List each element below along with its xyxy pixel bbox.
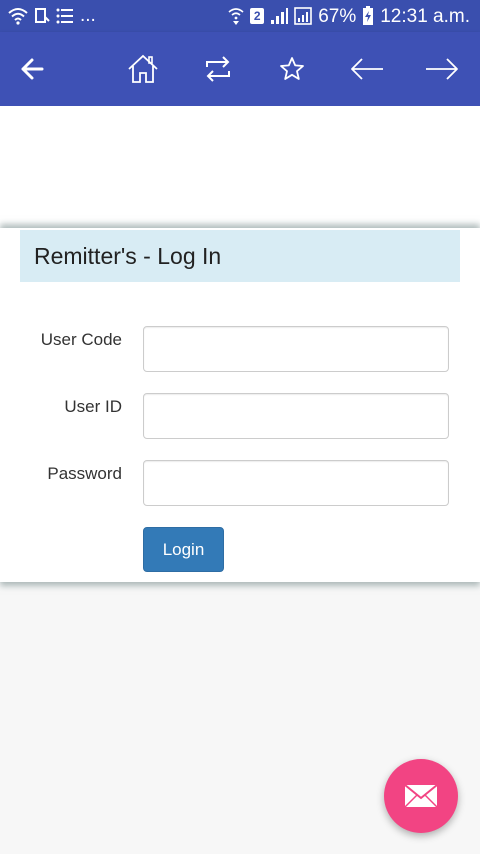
more-notifications: ... [80, 5, 96, 26]
sim-badge: 2 [250, 8, 265, 24]
wifi-icon [8, 7, 28, 25]
password-label: Password [47, 464, 122, 483]
home-icon [126, 52, 160, 86]
user-code-label: User Code [40, 330, 122, 349]
user-code-input[interactable] [143, 326, 449, 372]
navigate-forward-button[interactable] [420, 47, 464, 91]
signal-icon [270, 8, 289, 24]
arrow-right-icon [424, 57, 460, 81]
back-arrow-icon [19, 56, 45, 82]
status-left: ... [8, 5, 96, 27]
status-bar: ... 2 67% 12:31 a.m. [0, 0, 480, 32]
envelope-icon [404, 784, 438, 808]
login-card: Remitter's - Log In User Code User ID Pa… [0, 228, 480, 582]
navigate-back-button[interactable] [345, 47, 389, 91]
refresh-icon [203, 53, 233, 85]
status-right: 2 67% 12:31 a.m. [228, 6, 470, 26]
email-fab[interactable] [384, 759, 458, 833]
app-toolbar [0, 32, 480, 106]
clock: 12:31 a.m. [380, 5, 470, 27]
login-card-title: Remitter's - Log In [20, 230, 460, 282]
user-id-input[interactable] [143, 393, 449, 439]
password-input[interactable] [143, 460, 449, 506]
login-button[interactable]: Login [143, 527, 224, 572]
signal-box-icon [294, 7, 312, 25]
wifi-calling-icon [228, 7, 244, 25]
star-icon [278, 55, 306, 83]
back-button[interactable] [10, 47, 54, 91]
favorite-button[interactable] [270, 47, 314, 91]
arrow-left-icon [349, 57, 385, 81]
list-icon [56, 8, 74, 24]
screen-cast-icon [34, 7, 50, 25]
user-id-label: User ID [64, 397, 122, 416]
battery-charging-icon [362, 6, 374, 26]
battery-percent: 67% [318, 5, 357, 27]
refresh-button[interactable] [196, 47, 240, 91]
home-button[interactable] [121, 47, 165, 91]
content-area [0, 106, 480, 228]
